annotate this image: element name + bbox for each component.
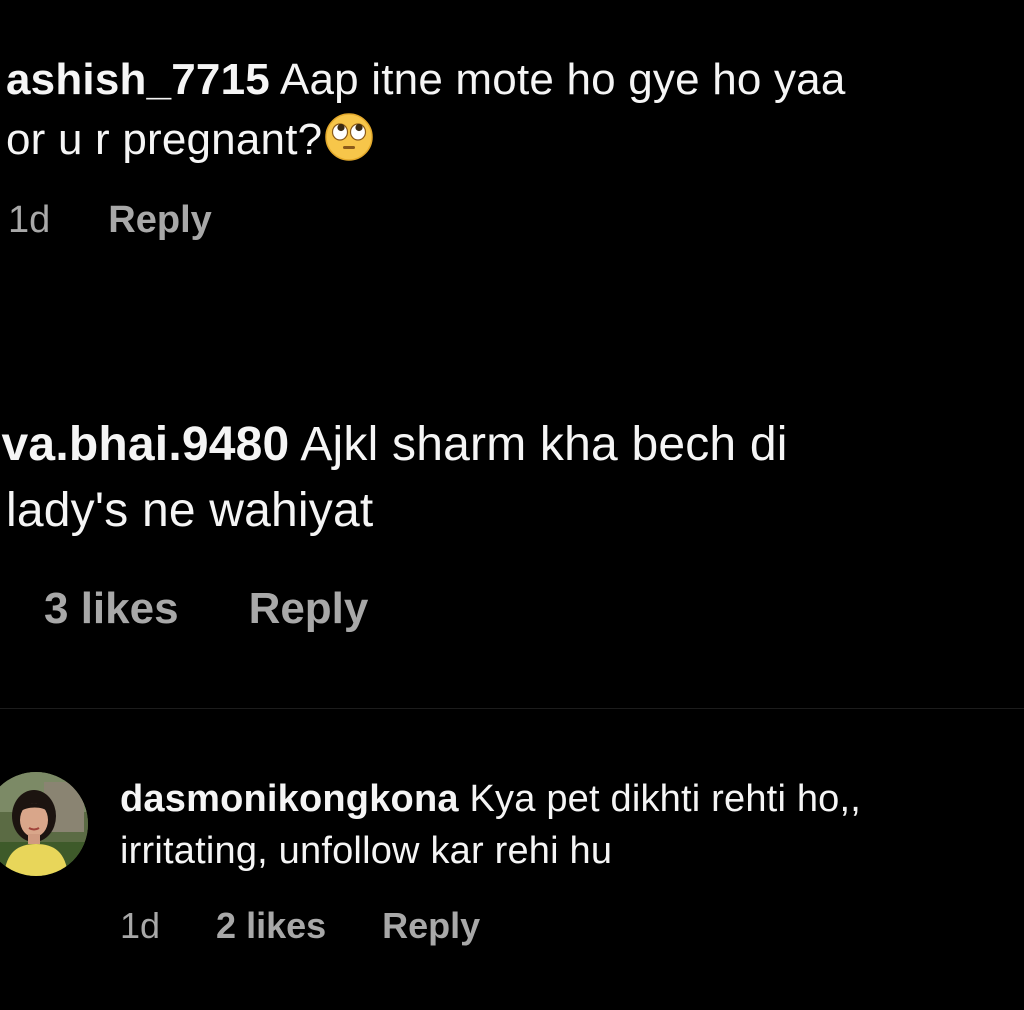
comment-body: Kya pet dikhti rehti ho,, [458, 778, 862, 820]
comment-body: Aap itne mote ho gye ho yaa [269, 55, 846, 104]
comment-timestamp: 1d [120, 905, 161, 946]
comment-divider [0, 708, 1024, 709]
comment-text-line-1: dasmonikongkona Kya pet dikhti rehti ho,… [120, 776, 861, 822]
reply-button[interactable]: Reply [382, 904, 480, 948]
comment-text-line-1: ashish_7715 Aap itne mote ho gye ho yaa [6, 54, 846, 106]
comment-item: dasmonikongkona Kya pet dikhti rehti ho,… [0, 710, 1024, 1010]
comment-body-continued: irritating, unfollow kar rehi hu [120, 830, 613, 872]
comment-meta: 1d Reply [8, 198, 212, 242]
comment-item: iva.bhai.9480 Ajkl sharm kha bech di lad… [0, 300, 1024, 710]
reply-button[interactable]: Reply [108, 198, 211, 242]
reply-button[interactable]: Reply [249, 584, 369, 634]
comment-text-line-2: or u r pregnant? [6, 112, 374, 166]
comment-text-line-1: iva.bhai.9480 Ajkl sharm kha bech di [0, 416, 788, 474]
comment-username[interactable]: ashish_7715 [6, 55, 270, 104]
avatar[interactable] [0, 772, 88, 876]
comment-username[interactable]: dasmonikongkona [120, 778, 459, 820]
comment-body-continued: lady's ne wahiyat [6, 484, 374, 537]
comment-body-continued: or u r pregnant? [6, 115, 323, 164]
comment-meta: 3 likes Reply [44, 584, 368, 634]
comment-meta: 1d 2 likes Reply [120, 904, 480, 948]
comment-item: ashish_7715 Aap itne mote ho gye ho yaa … [0, 0, 1024, 300]
face-with-rolling-eyes-icon [324, 112, 374, 162]
comment-likes-count[interactable]: 3 likes [44, 584, 179, 634]
comment-text-line-2: irritating, unfollow kar rehi hu [120, 828, 612, 874]
comment-body: Ajkl sharm kha bech di [289, 418, 788, 471]
comment-timestamp: 1d [8, 199, 51, 241]
comment-username[interactable]: iva.bhai.9480 [0, 418, 289, 471]
comment-text-line-2: lady's ne wahiyat [6, 482, 373, 540]
comment-likes-count[interactable]: 2 likes [216, 904, 326, 948]
